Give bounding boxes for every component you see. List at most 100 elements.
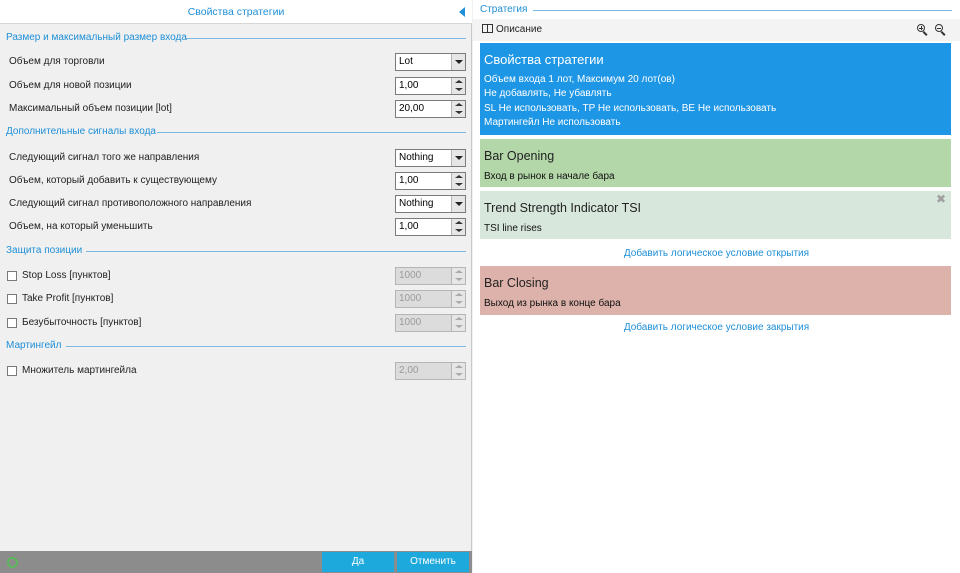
stepper-value[interactable]: 1,00 (399, 219, 418, 235)
max-position-volume-stepper[interactable]: 20,00 (395, 100, 466, 118)
strategy-properties-card[interactable]: Свойства стратегии Объем входа 1 лот, Ма… (480, 43, 951, 135)
status-ok-icon (7, 557, 18, 568)
add-close-condition-link[interactable]: Добавить логическое условие закрытия (473, 321, 960, 335)
row-label[interactable]: Take Profit [пунктов] (22, 290, 113, 308)
stepper-buttons (451, 268, 465, 284)
chevron-down-icon[interactable] (451, 150, 465, 166)
martingale-multiplier-stepper: 2,00 (395, 362, 466, 380)
same-direction-signal-select[interactable]: Nothing (395, 149, 466, 167)
arrow-up-icon (455, 270, 463, 273)
select-value: Nothing (399, 152, 434, 163)
stepper-value: 1000 (399, 293, 422, 304)
opposite-direction-signal-select[interactable]: Nothing (395, 195, 466, 213)
reduce-volume-stepper[interactable]: 1,00 (395, 218, 466, 236)
arrow-down-icon[interactable] (455, 229, 463, 232)
card-subtitle: Вход в рынок в начале бара (484, 171, 615, 182)
section-label: Мартингейл (6, 340, 62, 351)
close-condition-card[interactable]: Bar Closing Выход из рынка в конце бара (480, 266, 951, 315)
select-value: Nothing (399, 198, 434, 209)
row-take-profit: Take Profit [пунктов] 1000 (0, 290, 472, 308)
card-line: Не добавлять, Не убавлять (484, 88, 612, 99)
stepper-value[interactable]: 1,00 (399, 173, 418, 189)
stepper-value[interactable]: 20,00 (399, 101, 424, 117)
take-profit-checkbox[interactable] (7, 294, 17, 304)
tsi-condition-card[interactable]: Trend Strength Indicator TSI TSI line ri… (480, 191, 951, 239)
take-profit-stepper: 1000 (395, 290, 466, 308)
card-line: Мартингейл Не использовать (484, 117, 621, 128)
row-new-position-volume: Объем для новой позиции 1,00 (0, 77, 472, 95)
stepper-buttons (451, 363, 465, 379)
card-title: Bar Closing (484, 276, 549, 290)
stepper-buttons (451, 315, 465, 331)
zoom-out-icon[interactable] (935, 24, 946, 36)
section-label: Дополнительные сигналы входа (6, 126, 156, 137)
stop-loss-checkbox[interactable] (7, 271, 17, 281)
break-even-checkbox[interactable] (7, 318, 17, 328)
chevron-down-icon[interactable] (451, 196, 465, 212)
row-opposite-direction-signal: Следующий сигнал противоположного направ… (0, 195, 472, 213)
card-title: Свойства стратегии (484, 52, 604, 67)
arrow-down-icon (455, 325, 463, 328)
martingale-checkbox[interactable] (7, 366, 17, 376)
row-stop-loss: Stop Loss [пунктов] 1000 (0, 267, 472, 285)
row-break-even: Безубыточность [пунктов] 1000 (0, 314, 472, 332)
arrow-up-icon[interactable] (455, 103, 463, 106)
arrow-up-icon[interactable] (455, 175, 463, 178)
section-position-protection: Защита позиции (0, 244, 472, 258)
card-line: SL Не использовать, TP Не использовать, … (484, 103, 777, 114)
card-title: Trend Strength Indicator TSI (484, 201, 642, 215)
break-even-stepper: 1000 (395, 314, 466, 332)
new-position-volume-stepper[interactable]: 1,00 (395, 77, 466, 95)
stepper-value: 1000 (399, 270, 422, 281)
trade-volume-select[interactable]: Lot (395, 53, 466, 71)
arrow-down-icon[interactable] (455, 88, 463, 91)
book-icon[interactable] (482, 24, 493, 33)
close-icon[interactable]: ✖ (936, 192, 946, 206)
row-reduce-volume: Объем, на который уменьшить 1,00 (0, 218, 472, 236)
row-label: Объем, на который уменьшить (9, 221, 153, 232)
arrow-down-icon (455, 373, 463, 376)
arrow-up-icon (455, 317, 463, 320)
add-volume-stepper[interactable]: 1,00 (395, 172, 466, 190)
row-label[interactable]: Безубыточность [пунктов] (22, 314, 141, 332)
cancel-button[interactable]: Отменить (397, 552, 469, 572)
description-button[interactable]: Описание (496, 19, 542, 41)
arrow-up-icon (455, 293, 463, 296)
section-additional-signals: Дополнительные сигналы входа (0, 125, 472, 139)
stepper-buttons[interactable] (451, 173, 465, 189)
stepper-buttons[interactable] (451, 78, 465, 94)
card-subtitle: Выход из рынка в конце бара (484, 298, 621, 309)
stepper-value[interactable]: 1,00 (399, 78, 418, 94)
arrow-down-icon[interactable] (455, 111, 463, 114)
row-label[interactable]: Множитель мартингейла (22, 362, 137, 380)
stepper-value: 2,00 (399, 365, 419, 376)
stop-loss-stepper: 1000 (395, 267, 466, 285)
stepper-buttons[interactable] (451, 219, 465, 235)
row-label[interactable]: Stop Loss [пунктов] (22, 267, 111, 285)
section-entry-size: Размер и максимальный размер входа (0, 31, 472, 45)
section-divider (86, 251, 466, 252)
stepper-buttons[interactable] (451, 101, 465, 117)
arrow-up-icon (455, 365, 463, 368)
collapse-arrow-icon[interactable] (459, 7, 465, 17)
row-same-direction-signal: Следующий сигнал того же направления Not… (0, 149, 472, 167)
arrow-up-icon[interactable] (455, 80, 463, 83)
strategy-toolbar: Описание (473, 19, 960, 41)
row-label: Объем для торговли (9, 56, 105, 67)
chevron-down-icon[interactable] (451, 54, 465, 70)
row-label: Следующий сигнал противоположного направ… (9, 198, 252, 209)
section-divider (533, 10, 952, 11)
add-open-condition-link[interactable]: Добавить логическое условие открытия (473, 247, 960, 261)
strategy-header-label: Стратегия (480, 4, 528, 15)
card-subtitle: TSI line rises (484, 223, 542, 234)
row-label: Следующий сигнал того же направления (9, 152, 200, 163)
arrow-up-icon[interactable] (455, 221, 463, 224)
section-martingale: Мартингейл (0, 339, 472, 353)
arrow-down-icon[interactable] (455, 183, 463, 186)
row-label: Максимальный объем позиции [lot] (9, 103, 172, 114)
row-label: Объем для новой позиции (9, 80, 132, 91)
open-condition-card[interactable]: Bar Opening Вход в рынок в начале бара (480, 139, 951, 187)
strategy-properties-panel: Свойства стратегии Размер и максимальный… (0, 0, 472, 573)
ok-button[interactable]: Да (322, 552, 394, 572)
zoom-in-icon[interactable] (917, 24, 928, 36)
